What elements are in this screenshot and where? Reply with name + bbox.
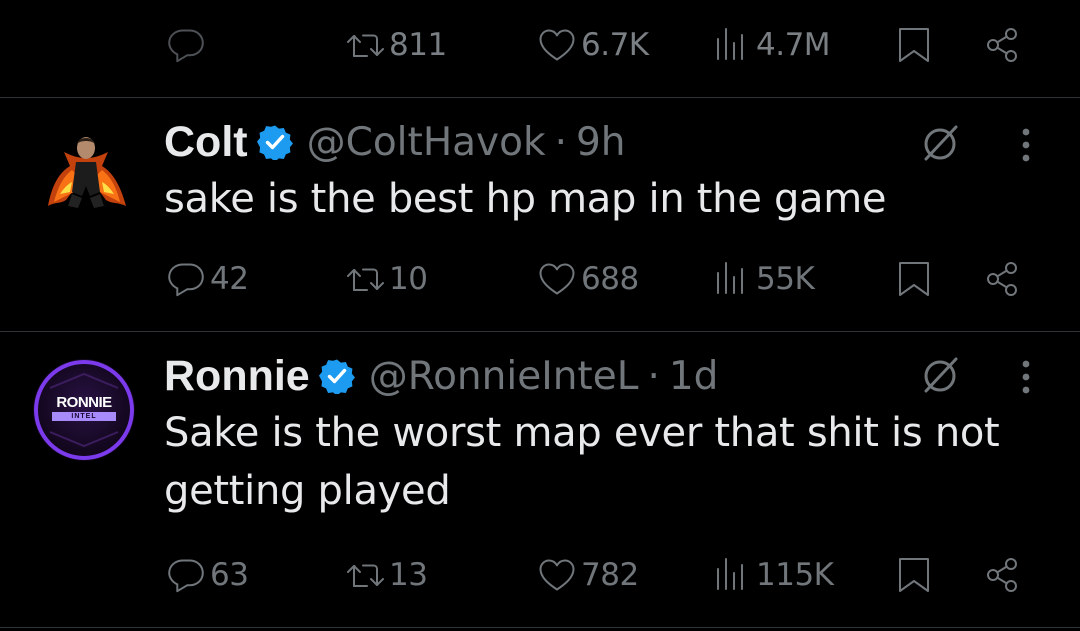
display-name[interactable]: Colt	[164, 118, 248, 167]
grok-slash-icon[interactable]	[918, 121, 962, 165]
like-button[interactable]: 782	[537, 545, 639, 605]
heart-icon	[537, 25, 577, 65]
action-bar: 811 6.7K 4.7M	[0, 15, 1080, 75]
bookmark-button[interactable]	[894, 249, 934, 309]
reply-count: 42	[210, 261, 249, 297]
avatar-logo-text: RONNIE	[56, 394, 112, 411]
like-button[interactable]: 688	[537, 249, 639, 309]
view-count: 115K	[756, 557, 834, 593]
vertical-dots-icon[interactable]	[1020, 126, 1032, 166]
analytics-bars-icon	[712, 259, 752, 299]
reply-bubble-icon	[166, 555, 206, 595]
reply-bubble-icon	[166, 25, 206, 65]
reply-button[interactable]	[166, 15, 210, 75]
separator-dot: ·	[554, 119, 567, 165]
avatar-colt[interactable]	[34, 122, 138, 226]
retweet-count: 13	[389, 557, 428, 593]
vertical-dots-icon[interactable]	[1020, 358, 1032, 398]
action-bar: 63 13 782 115K	[0, 545, 1080, 605]
like-count: 688	[581, 261, 639, 297]
heart-icon	[537, 259, 577, 299]
like-count: 782	[581, 557, 639, 593]
separator-dot: ·	[647, 353, 660, 399]
display-name[interactable]: Ronnie	[164, 352, 310, 401]
retweet-button[interactable]: 811	[345, 15, 447, 75]
share-nodes-icon	[982, 25, 1022, 65]
like-button[interactable]: 6.7K	[537, 15, 649, 75]
reply-bubble-icon	[166, 259, 206, 299]
avatar-ronnie[interactable]: RONNIE INTEL	[32, 358, 136, 462]
bookmark-icon	[894, 25, 934, 65]
bookmark-button[interactable]	[894, 15, 934, 75]
timestamp[interactable]: 9h	[576, 120, 626, 165]
retweet-arrows-icon	[345, 25, 385, 65]
reply-count: 63	[210, 557, 249, 593]
views-button[interactable]: 115K	[712, 545, 834, 605]
share-nodes-icon	[982, 555, 1022, 595]
reply-button[interactable]: 42	[166, 249, 249, 309]
action-bar: 42 10 688 55K	[0, 249, 1080, 309]
share-nodes-icon	[982, 259, 1022, 299]
handle[interactable]: @ColtHavok	[307, 120, 546, 165]
timestamp[interactable]: 1d	[669, 354, 719, 399]
bookmark-icon	[894, 259, 934, 299]
retweet-button[interactable]: 10	[345, 249, 428, 309]
avatar-logo-subtext: INTEL	[52, 412, 116, 421]
like-count: 6.7K	[581, 27, 649, 63]
handle[interactable]: @RonnieInteL	[369, 354, 639, 399]
views-button[interactable]: 55K	[712, 249, 815, 309]
retweet-count: 10	[389, 261, 428, 297]
share-button[interactable]	[982, 15, 1022, 75]
divider	[0, 627, 1080, 628]
tweet-text: sake is the best hp map in the game	[164, 176, 887, 222]
tweet-text: Sake is the worst map ever that shit is …	[164, 410, 1000, 514]
divider	[0, 331, 1080, 332]
tweet-header: Ronnie @RonnieInteL · 1d	[164, 350, 718, 402]
divider	[0, 97, 1080, 98]
retweet-button[interactable]: 13	[345, 545, 428, 605]
view-count: 55K	[756, 261, 815, 297]
view-count: 4.7M	[756, 27, 831, 63]
share-button[interactable]	[982, 249, 1022, 309]
share-button[interactable]	[982, 545, 1022, 605]
reply-button[interactable]: 63	[166, 545, 249, 605]
bookmark-button[interactable]	[894, 545, 934, 605]
analytics-bars-icon	[712, 555, 752, 595]
analytics-bars-icon	[712, 25, 752, 65]
views-button[interactable]: 4.7M	[712, 15, 831, 75]
bookmark-icon	[894, 555, 934, 595]
verified-badge-icon	[256, 124, 293, 162]
retweet-count: 811	[389, 27, 447, 63]
retweet-arrows-icon	[345, 555, 385, 595]
retweet-arrows-icon	[345, 259, 385, 299]
tweet-header: Colt @ColtHavok · 9h	[164, 116, 626, 168]
heart-icon	[537, 555, 577, 595]
grok-slash-icon[interactable]	[918, 353, 962, 397]
verified-badge-icon	[318, 358, 355, 396]
